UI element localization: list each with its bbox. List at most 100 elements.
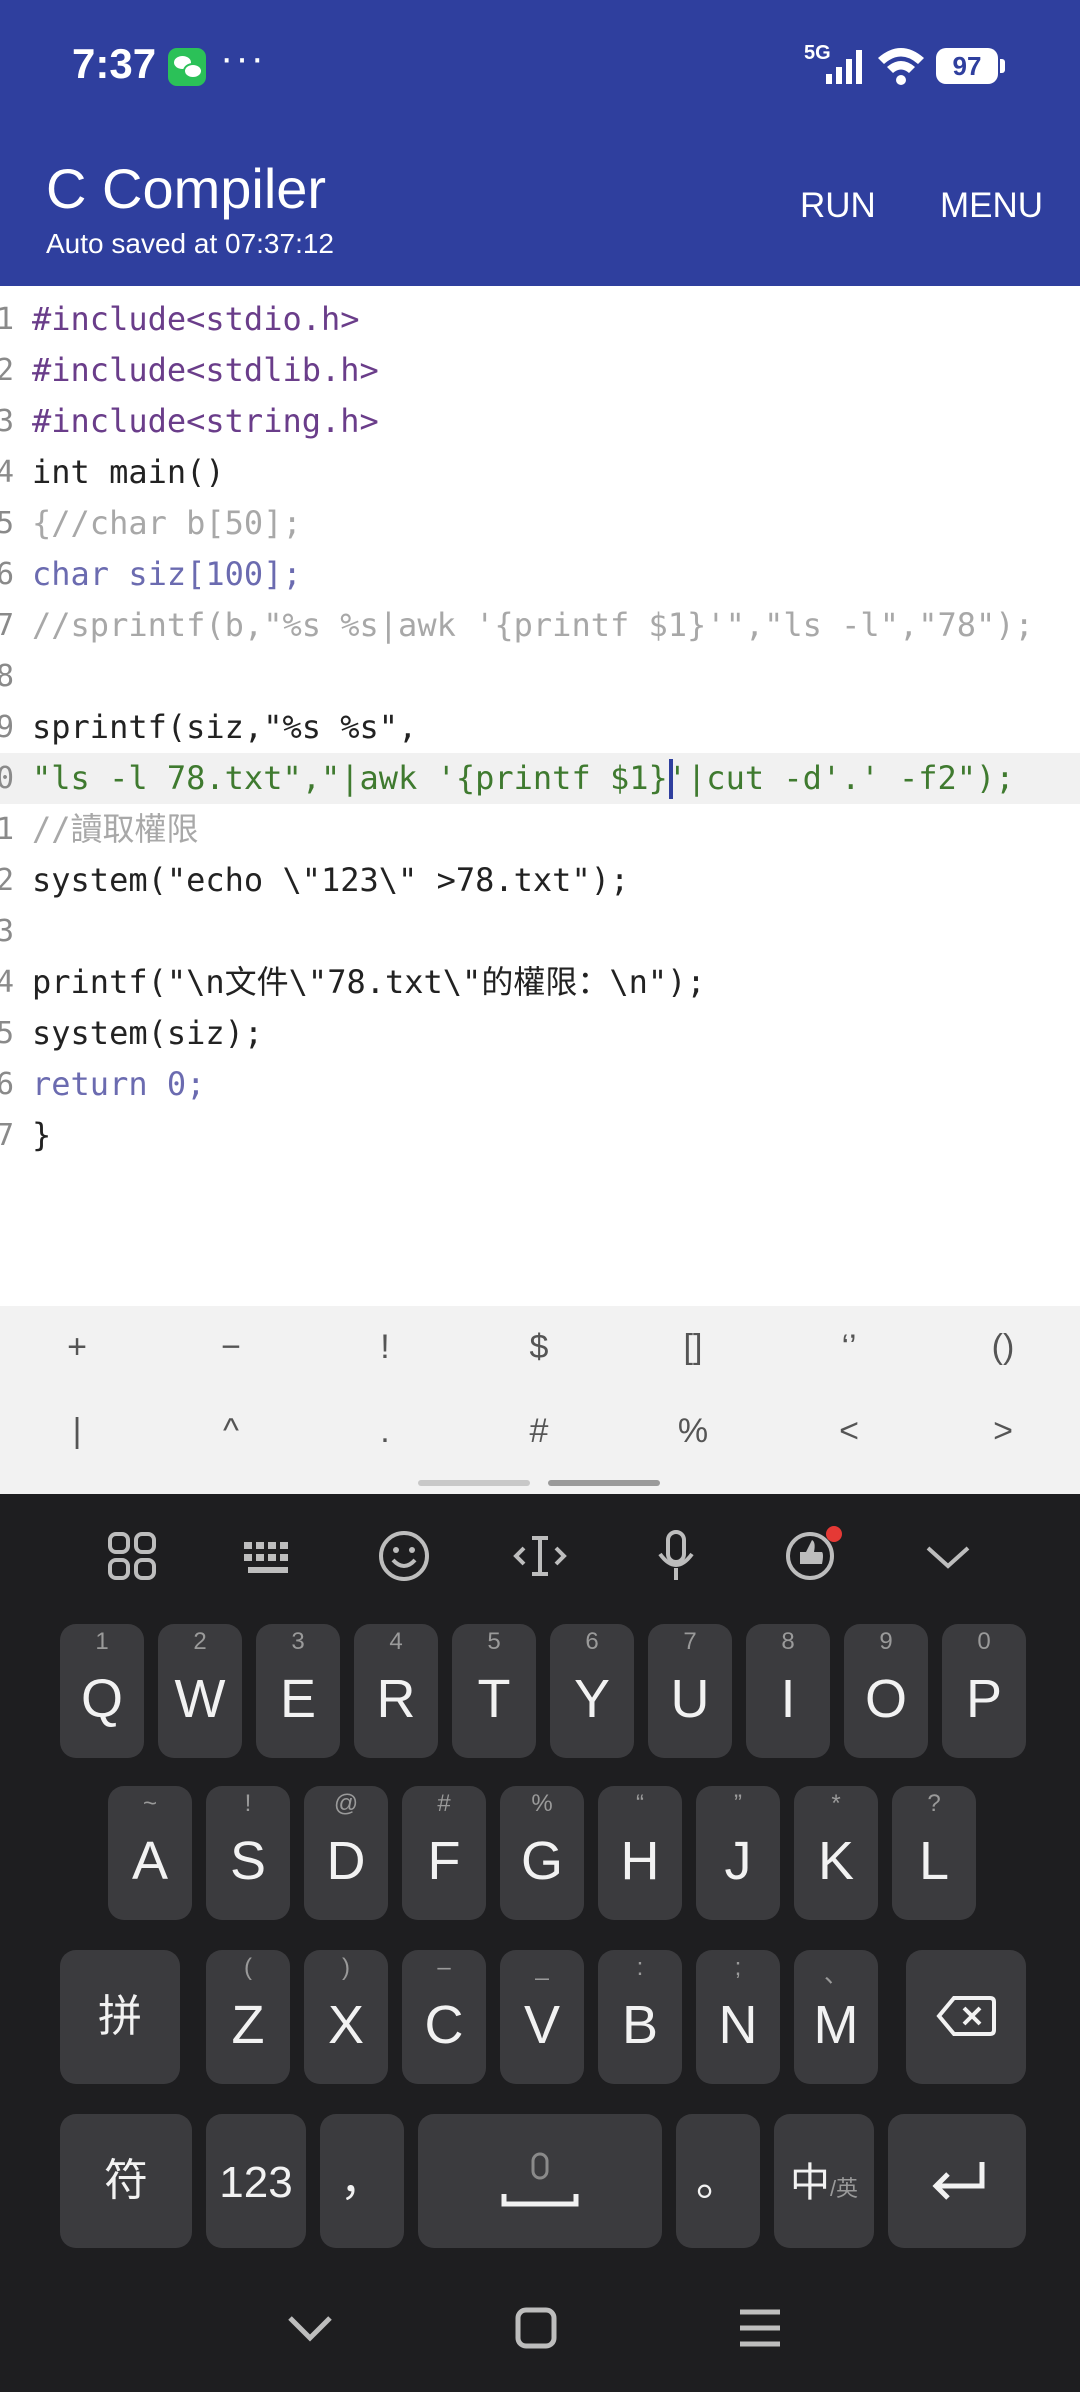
symbol-key[interactable]: + — [22, 1328, 132, 1367]
key-o[interactable]: 9O — [844, 1624, 928, 1758]
symbol-key[interactable]: () — [948, 1328, 1058, 1367]
key-c[interactable]: – C — [402, 1950, 486, 2084]
key-j[interactable]: ” J — [696, 1786, 780, 1920]
key-f[interactable]: # F — [402, 1786, 486, 1920]
keyboard-layout-icon[interactable] — [238, 1526, 298, 1586]
symbol-key[interactable]: # — [484, 1412, 594, 1451]
key-e[interactable]: 3E — [256, 1624, 340, 1758]
key-hint: 1 — [95, 1628, 109, 1655]
code-line[interactable]: 1 #include<stdio.h> — [0, 294, 1080, 345]
key-a[interactable]: ~ A — [108, 1786, 192, 1920]
key-i[interactable]: 8I — [746, 1624, 830, 1758]
symbol-key[interactable]: < — [794, 1412, 904, 1451]
code-line[interactable]: 6 return 0; — [0, 1059, 1080, 1110]
code-line[interactable]: 2 system("echo \"123\" >78.txt"); — [0, 855, 1080, 906]
nav-home-icon[interactable] — [508, 2300, 564, 2356]
symbol-key[interactable]: | — [22, 1412, 132, 1451]
symbols-key[interactable]: 符 — [60, 2114, 192, 2248]
key-z[interactable]: (Z — [206, 1950, 290, 2084]
symbol-key[interactable]: % — [638, 1412, 748, 1451]
key-k[interactable]: * K — [794, 1786, 878, 1920]
line-number: 3 — [0, 914, 14, 949]
autosave-status: Auto saved at 07:37:12 — [46, 228, 334, 259]
code-line[interactable]: 6 char siz[100]; — [0, 549, 1080, 600]
space-key[interactable] — [418, 2114, 662, 2248]
key-g[interactable]: % G — [500, 1786, 584, 1920]
key-m[interactable]: 、 M — [794, 1950, 878, 2084]
key-hint: % — [531, 1790, 553, 1817]
language-switch-key[interactable]: 中/英 — [774, 2114, 874, 2248]
key-label: A — [131, 1831, 169, 1891]
ai-assistant-icon[interactable] — [782, 1526, 842, 1586]
collapse-keyboard-icon[interactable] — [918, 1526, 978, 1586]
backspace-icon — [936, 1996, 996, 2036]
emoji-icon[interactable] — [374, 1526, 434, 1586]
key-x[interactable]: ) X — [304, 1950, 388, 2084]
nav-back-chevron-icon[interactable] — [282, 2300, 338, 2356]
code-line[interactable]: 5 system(siz); — [0, 1008, 1080, 1059]
backspace-key[interactable] — [906, 1950, 1026, 2084]
code-text: system("echo \"123\" >78.txt"); — [32, 861, 630, 899]
code-line[interactable]: 4 printf("\n文件\"78.txt\"的權限：\n"); — [0, 957, 1080, 1008]
numbers-key[interactable]: 123 — [206, 2114, 306, 2248]
key-t[interactable]: 5T — [452, 1624, 536, 1758]
code-line[interactable]: 4 int main() — [0, 447, 1080, 498]
menu-button[interactable]: MENU — [940, 186, 1043, 226]
key-d[interactable]: @ D — [304, 1786, 388, 1920]
code-text: #include<string.h> — [32, 402, 379, 440]
key-b[interactable]: :B — [598, 1950, 682, 2084]
code-line[interactable]: 7 //sprintf(b,"%s %s|awk '{printf $1}'",… — [0, 600, 1080, 651]
enter-key[interactable] — [888, 2114, 1026, 2248]
key-q[interactable]: 1Q — [60, 1624, 144, 1758]
key-w[interactable]: 2W — [158, 1624, 242, 1758]
symbol-key[interactable]: ! — [330, 1328, 440, 1367]
key-label: R — [376, 1669, 416, 1729]
key-hint: @ — [333, 1790, 359, 1817]
symbol-key[interactable]: . — [330, 1412, 440, 1451]
key-hint: ? — [927, 1790, 941, 1817]
symbol-key[interactable]: $ — [484, 1328, 594, 1367]
text-cursor — [669, 759, 673, 799]
key-y[interactable]: 6Y — [550, 1624, 634, 1758]
key-h[interactable]: “H — [598, 1786, 682, 1920]
code-line[interactable]: 3 #include<string.h> — [0, 396, 1080, 447]
code-line[interactable]: 9 sprintf(siz,"%s %s", — [0, 702, 1080, 753]
key-u[interactable]: 7U — [648, 1624, 732, 1758]
code-line[interactable]: 7 } — [0, 1110, 1080, 1161]
code-line[interactable]: 1 //讀取權限 — [0, 804, 1080, 855]
code-text: system(siz); — [32, 1014, 264, 1052]
key-p[interactable]: 0P — [942, 1624, 1026, 1758]
code-line[interactable]: 2 #include<stdlib.h> — [0, 345, 1080, 396]
key-n[interactable]: ; N — [696, 1950, 780, 2084]
comma-key[interactable]: ， — [320, 2114, 404, 2248]
key-label: O — [864, 1669, 907, 1729]
code-line[interactable]: 5 {//char b[50]; — [0, 498, 1080, 549]
symbol-key[interactable]: [] — [638, 1328, 748, 1367]
apps-grid-icon[interactable] — [102, 1526, 162, 1586]
nav-menu-icon[interactable] — [732, 2300, 788, 2356]
key-r[interactable]: 4R — [354, 1624, 438, 1758]
voice-space-icon — [501, 2152, 579, 2207]
code-line[interactable]: 3 — [0, 906, 1080, 957]
code-line[interactable]: 8 — [0, 651, 1080, 702]
key-hint: ! — [244, 1790, 252, 1817]
period-key[interactable]: 。 — [676, 2114, 760, 2248]
symbol-key[interactable]: − — [176, 1328, 286, 1367]
microphone-icon[interactable] — [646, 1526, 706, 1586]
key-v[interactable]: _ V — [500, 1950, 584, 2084]
code-text: #include<stdio.h> — [32, 300, 360, 338]
key-s[interactable]: ! S — [206, 1786, 290, 1920]
run-button[interactable]: RUN — [800, 186, 876, 226]
text-cursor-icon[interactable] — [510, 1526, 570, 1586]
code-text: {//char b[50]; — [32, 504, 302, 542]
key-label: E — [279, 1669, 317, 1729]
symbol-key[interactable]: > — [948, 1412, 1058, 1451]
symbol-key[interactable]: ^ — [176, 1412, 286, 1451]
pinyin-key[interactable]: 拼 — [60, 1950, 180, 2084]
symbol-key[interactable]: ‘’ — [794, 1328, 904, 1367]
code-line-current[interactable]: 0 "ls -l 78.txt","|awk '{printf $1}'|cut… — [0, 753, 1080, 804]
key-label: V — [523, 1995, 561, 2055]
code-editor[interactable]: 1 #include<stdio.h> 2 #include<stdlib.h>… — [0, 286, 1080, 1306]
lang-secondary: /英 — [829, 2176, 859, 2201]
key-l[interactable]: ? L — [892, 1786, 976, 1920]
